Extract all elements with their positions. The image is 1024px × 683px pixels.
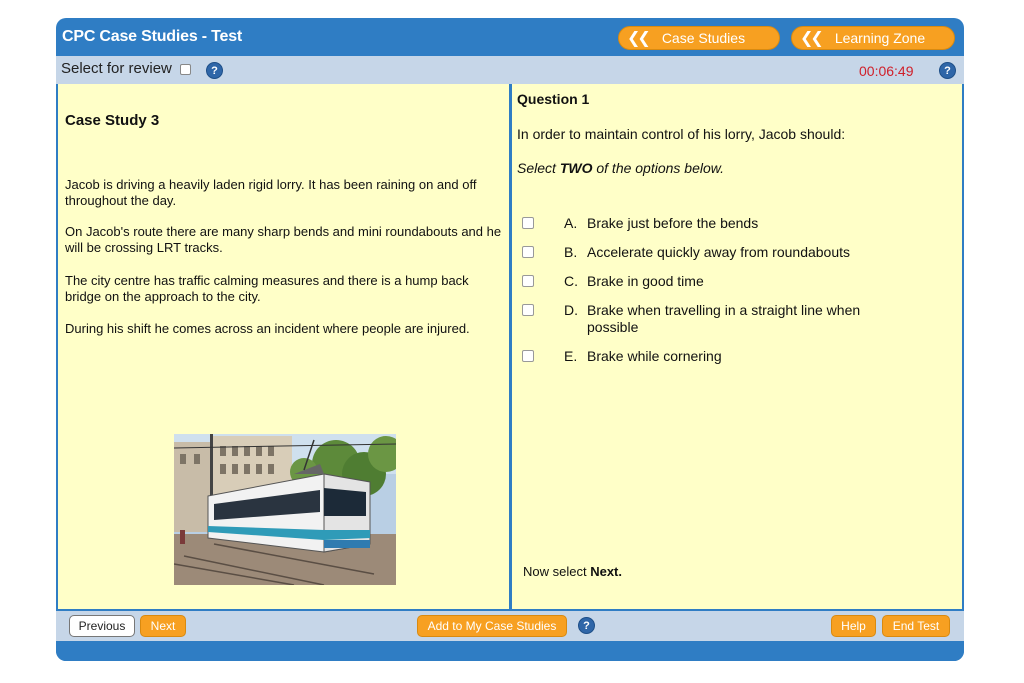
question-title: Question 1 <box>517 91 590 107</box>
footer-bar <box>56 641 964 661</box>
learning-zone-label: Learning Zone <box>834 30 926 46</box>
option-letter: E. <box>564 348 578 364</box>
bottom-toolbar: Previous Next Add to My Case Studies ? H… <box>56 611 964 641</box>
app-window: CPC Case Studies - Test ❮❮ Case Studies … <box>56 18 964 661</box>
tram-illustration <box>174 434 396 585</box>
case-study-paragraph: The city centre has traffic calming meas… <box>65 273 469 304</box>
option-letter: A. <box>564 215 578 231</box>
double-chevron-left-icon: ❮❮ <box>800 30 824 47</box>
learning-zone-button[interactable]: ❮❮ Learning Zone <box>791 26 955 50</box>
review-label: Select for review <box>61 60 172 77</box>
option-d[interactable]: D. Brake when travelling in a straight l… <box>522 302 942 338</box>
hint-text: Now select <box>523 564 591 579</box>
option-checkbox[interactable] <box>522 246 534 258</box>
case-study-paragraph: During his shift he comes across an inci… <box>65 321 470 336</box>
option-text: Brake while cornering <box>587 348 722 364</box>
review-checkbox[interactable] <box>180 64 191 75</box>
next-button[interactable]: Next <box>140 615 186 637</box>
case-study-paragraph: On Jacob's route there are many sharp be… <box>65 224 502 255</box>
question-panel: Question 1 In order to maintain control … <box>512 84 962 609</box>
app-title: CPC Case Studies - Test <box>62 28 243 45</box>
end-test-button[interactable]: End Test <box>882 615 950 637</box>
add-to-my-case-studies-button[interactable]: Add to My Case Studies <box>417 615 567 637</box>
option-letter: B. <box>564 244 578 260</box>
option-checkbox[interactable] <box>522 217 534 229</box>
instruction-text: of the options below. <box>592 160 725 176</box>
double-chevron-left-icon: ❮❮ <box>627 30 651 47</box>
option-text: Brake just before the bends <box>587 215 759 231</box>
title-bar: CPC Case Studies - Test ❮❮ Case Studies … <box>56 18 964 56</box>
option-letter: D. <box>564 302 578 318</box>
option-text: Brake in good time <box>587 273 704 289</box>
option-e[interactable]: E. Brake while cornering <box>522 348 942 366</box>
option-c[interactable]: C. Brake in good time <box>522 273 942 291</box>
question-instruction: Select TWO of the options below. <box>517 160 724 176</box>
content-area: Case Study 3 Jacob is driving a heavily … <box>56 84 964 611</box>
question-text: In order to maintain control of his lorr… <box>517 126 846 142</box>
option-checkbox[interactable] <box>522 304 534 316</box>
instruction-text: Select <box>517 160 560 176</box>
question-circle-icon[interactable]: ? <box>939 62 956 79</box>
option-text: Accelerate quickly away from roundabouts <box>587 244 851 260</box>
next-hint: Now select Next. <box>523 564 622 579</box>
tram-photo <box>174 434 396 585</box>
option-checkbox[interactable] <box>522 275 534 287</box>
previous-button[interactable]: Previous <box>69 615 135 637</box>
case-study-paragraph: Jacob is driving a heavily laden rigid l… <box>65 177 477 208</box>
option-checkbox[interactable] <box>522 350 534 362</box>
question-circle-icon[interactable]: ? <box>206 62 223 79</box>
option-b[interactable]: B. Accelerate quickly away from roundabo… <box>522 244 942 262</box>
case-studies-label: Case Studies <box>661 30 746 46</box>
help-button[interactable]: Help <box>831 615 876 637</box>
case-study-panel: Case Study 3 Jacob is driving a heavily … <box>58 84 509 609</box>
review-bar: Select for review ? 00:06:49 ? <box>56 56 964 84</box>
option-a[interactable]: A. Brake just before the bends <box>522 215 942 233</box>
option-text: Brake when travelling in a straight line… <box>587 302 861 335</box>
case-studies-button[interactable]: ❮❮ Case Studies <box>618 26 780 50</box>
hint-bold: Next. <box>590 564 622 579</box>
question-circle-icon[interactable]: ? <box>578 617 595 634</box>
option-letter: C. <box>564 273 578 289</box>
instruction-count: TWO <box>559 160 593 176</box>
case-study-title: Case Study 3 <box>65 112 160 129</box>
timer: 00:06:49 <box>859 63 914 79</box>
